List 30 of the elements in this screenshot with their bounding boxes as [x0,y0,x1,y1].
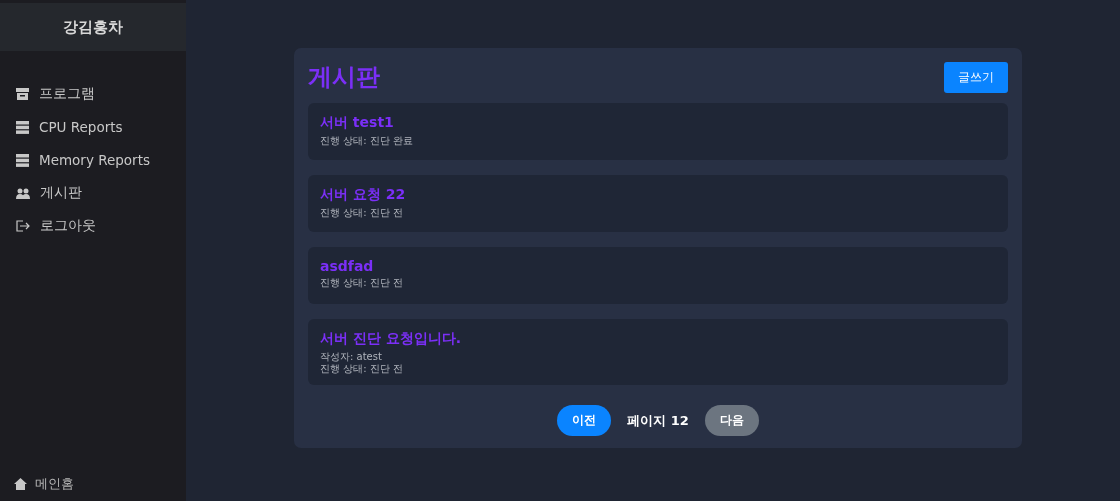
logout-icon [16,220,30,232]
post-card[interactable]: 서버 test1 진행 상태: 진단 완료 [308,103,1008,160]
post-title: 서버 test1 [320,114,395,132]
write-button[interactable]: 글쓰기 [944,61,1008,93]
home-icon [14,478,27,490]
home-link[interactable]: 메인홈 [0,469,186,499]
post-status: 진행 상태: 진단 완료 [320,135,414,147]
post-title: 서버 진단 요청입니다. [320,330,463,348]
sidebar-item[interactable]: 게시판 [0,178,186,208]
server-icon [16,120,29,134]
post-title: 서버 요청 22 [320,186,407,204]
previous-button[interactable]: 이전 [557,405,612,436]
post-card[interactable]: asdfad 진행 상태: 진단 전 [308,247,1008,304]
post-author: 작성자: atest [320,351,383,363]
post-status: 진행 상태: 진단 전 [320,277,404,289]
post-status: 진행 상태: 진단 전 [320,207,404,219]
users-icon [16,187,30,199]
post-card[interactable]: 서버 진단 요청입니다. 작성자: atest 진행 상태: 진단 전 [308,319,1008,385]
page-number: 페이지 12 [627,411,689,430]
archive-icon [16,88,29,100]
sidebar-item[interactable]: Memory Reports [0,145,186,175]
post-title: asdfad [320,258,375,274]
board-title: 게시판 [308,62,380,93]
sidebar-item[interactable]: 로그아웃 [0,211,186,241]
sidebar-item[interactable]: 프로그램 [0,79,186,109]
sidebar-item[interactable]: CPU Reports [0,112,186,142]
post-card[interactable]: 서버 요청 22 진행 상태: 진단 전 [308,175,1008,232]
app-title: 강김홍차 [63,17,123,37]
post-status: 진행 상태: 진단 전 [320,363,404,375]
server-icon [16,153,29,167]
